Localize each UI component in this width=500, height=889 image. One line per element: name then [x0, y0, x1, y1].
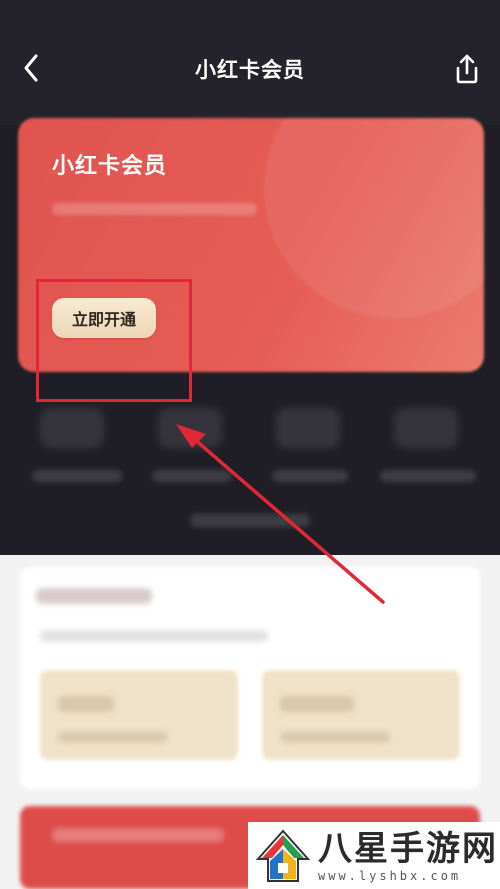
coupon-2-note [280, 732, 390, 742]
page-title: 小红卡会员 [195, 58, 305, 82]
coupon-1-amount [58, 696, 114, 712]
card-subtitle-blurred [52, 203, 257, 215]
card-title: 小红卡会员 [52, 154, 168, 179]
watermark-url: www.lyshbx.com [318, 868, 462, 883]
coupon-2-amount [280, 696, 354, 712]
more-benefits-link[interactable] [190, 514, 310, 527]
benefit-item-1[interactable] [40, 408, 104, 448]
watermark-name: 八星手游网 [318, 828, 498, 869]
coupon-card-2[interactable] [262, 670, 460, 760]
coupon-card-1[interactable] [40, 670, 238, 760]
promo-banner-text [52, 828, 224, 842]
benefit-label-3 [272, 470, 348, 482]
benefit-label-1 [32, 470, 122, 482]
benefit-item-4[interactable] [394, 408, 458, 448]
coupon-1-note [58, 732, 168, 742]
coupon-section-description [40, 630, 268, 642]
benefit-label-2 [152, 470, 232, 482]
watermark: 八星手游网 www.lyshbx.com [248, 822, 500, 889]
annotation-highlight-box [36, 279, 192, 402]
coupon-section-heading [36, 588, 152, 604]
share-icon [456, 54, 478, 84]
benefit-label-4 [380, 470, 476, 482]
benefit-item-3[interactable] [276, 408, 340, 448]
watermark-logo-icon [255, 828, 311, 882]
benefit-item-2[interactable] [158, 408, 222, 448]
share-button[interactable] [450, 52, 484, 86]
